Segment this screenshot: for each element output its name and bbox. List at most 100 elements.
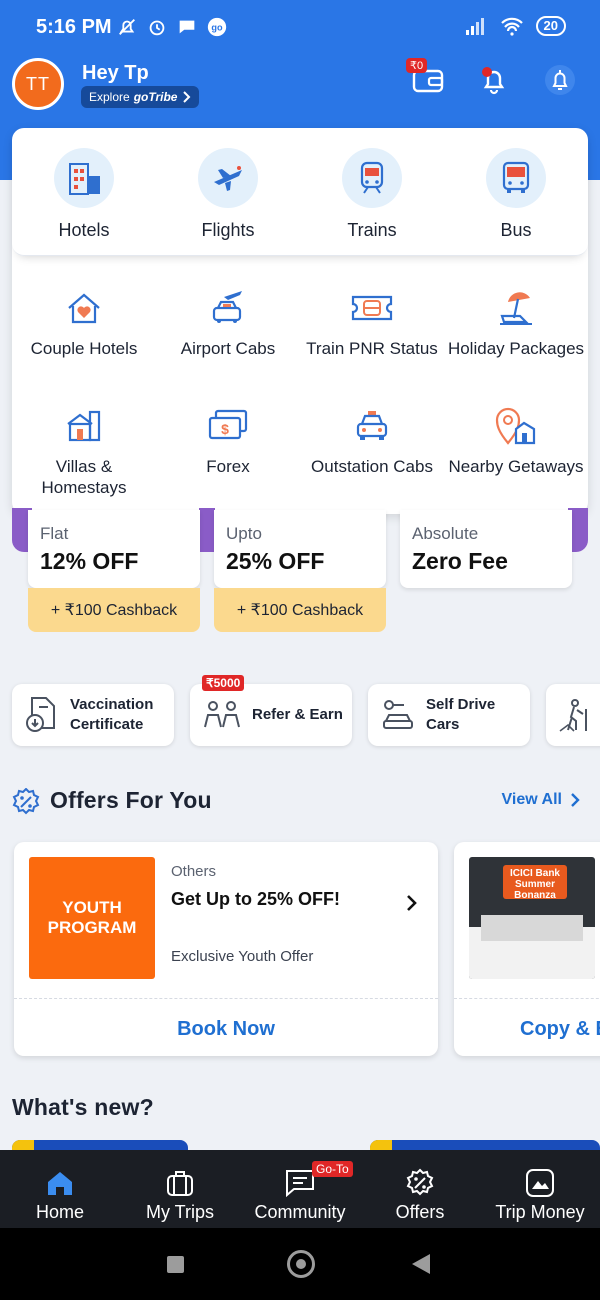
train-pnr-status-tile[interactable]: Train PNR Status	[300, 286, 444, 359]
wallet-button[interactable]: ₹0	[406, 58, 448, 100]
beach-umbrella-icon	[500, 292, 532, 325]
system-navigation-bar	[0, 1228, 600, 1300]
svg-text:go: go	[211, 23, 223, 33]
view-all-link[interactable]: View All	[502, 791, 580, 809]
refer-reward-badge: ₹5000	[202, 675, 245, 691]
mute-bell-icon	[119, 19, 135, 35]
greeting-text: Hey Tp	[82, 62, 149, 84]
forex-money-icon: $	[208, 409, 248, 440]
primary-services-row: Hotels Flights Trains Bus	[12, 128, 588, 256]
home-system-button[interactable]	[287, 1250, 315, 1278]
alarm-icon	[149, 20, 165, 36]
self-drive-cars-chip[interactable]: Self Drive Cars	[368, 684, 530, 746]
offer-category: Others	[171, 863, 217, 880]
battery-indicator: 20	[535, 16, 566, 36]
hiking-chip[interactable]	[546, 684, 600, 746]
nav-my-trips[interactable]: My Trips	[120, 1150, 240, 1228]
vaccination-certificate-label: Vaccination Certificate	[70, 696, 154, 733]
avatar[interactable]: TT	[12, 58, 64, 110]
bus-tile[interactable]: Bus	[444, 148, 588, 241]
trains-tile[interactable]: Trains	[300, 148, 444, 241]
deal-card[interactable]: Flat 12% OFF	[28, 510, 200, 588]
offers-header: Offers For You View All	[12, 786, 582, 816]
trains-label: Trains	[347, 220, 397, 240]
notifications-button[interactable]	[474, 60, 514, 100]
go-app-icon: go	[207, 17, 227, 37]
deal-card[interactable]: Absolute Zero Fee	[400, 510, 572, 588]
couple-hotels-tile[interactable]: Couple Hotels	[12, 286, 156, 359]
home-icon	[48, 1172, 72, 1195]
people-icon	[204, 701, 240, 728]
train-pnr-status-label: Train PNR Status	[306, 339, 438, 358]
quick-actions-row: Vaccination Certificate ₹5000 Refer & Ea…	[12, 675, 600, 746]
holiday-packages-tile[interactable]: Holiday Packages	[444, 286, 588, 359]
document-download-icon	[26, 697, 55, 732]
refer-earn-chip[interactable]: ₹5000 Refer & Earn	[190, 675, 352, 746]
youth-program-image: YOUTH PROGRAM	[29, 857, 155, 979]
nav-home[interactable]: Home	[0, 1150, 120, 1228]
chevron-right-icon	[183, 91, 191, 103]
offer-subtitle: Exclusive Youth Offer	[171, 948, 314, 965]
hotels-tile[interactable]: Hotels	[12, 148, 156, 241]
outstation-cab-icon	[356, 411, 388, 440]
copy-code-button[interactable]: Copy & E	[520, 1018, 600, 1041]
nearby-getaways-label: Nearby Getaways	[448, 457, 584, 476]
nav-offers[interactable]: Offers	[360, 1150, 480, 1228]
villas-homestays-tile[interactable]: Villas & Homestays	[12, 404, 156, 498]
bus-icon	[502, 161, 530, 193]
pnr-ticket-icon	[351, 295, 393, 321]
refer-earn-label: Refer & Earn	[252, 706, 343, 723]
svg-text:$: $	[221, 421, 229, 437]
wallet-balance-badge: ₹0	[406, 58, 428, 73]
services-card: Hotels Flights Trains Bus Couple Hotels	[12, 128, 588, 514]
couple-hotels-icon	[68, 293, 100, 324]
suitcase-icon	[167, 1171, 193, 1196]
offer-card[interactable]: YOUTH PROGRAM Others Get Up to 25% OFF! …	[14, 842, 438, 1056]
explore-gotribe-button[interactable]: Explore goTribe	[81, 86, 200, 108]
nav-trip-money[interactable]: Trip Money	[480, 1150, 600, 1228]
deal-value: Zero Fee	[412, 548, 508, 574]
chevron-right-icon	[407, 895, 417, 911]
airport-cabs-tile[interactable]: Airport Cabs	[156, 286, 300, 359]
vaccination-certificate-chip[interactable]: Vaccination Certificate	[12, 684, 174, 746]
flights-tile[interactable]: Flights	[156, 148, 300, 241]
alert-bell-icon	[545, 65, 575, 95]
chat-bubble-icon	[179, 20, 195, 34]
status-bar: 5:16 PM go 20	[0, 0, 600, 56]
hotel-icon	[69, 163, 100, 195]
offer-percent-icon	[406, 1168, 434, 1196]
explore-prefix: Explore	[89, 90, 130, 104]
back-button[interactable]	[412, 1254, 430, 1274]
offer-badge-icon	[12, 788, 40, 815]
icici-bonanza-image: ICICI Bank Summer Bonanza	[469, 857, 595, 979]
train-icon	[360, 161, 384, 194]
recents-button[interactable]	[167, 1256, 184, 1273]
deal-prefix: Upto	[226, 524, 262, 543]
book-now-button[interactable]: Book Now	[14, 1018, 438, 1041]
deal-value: 12% OFF	[40, 548, 139, 574]
location-pin-icon	[495, 407, 536, 445]
offer-title: Get Up to 25% OFF!	[171, 889, 341, 909]
hotels-label: Hotels	[58, 220, 110, 240]
deal-value: 25% OFF	[226, 548, 325, 574]
holiday-packages-label: Holiday Packages	[447, 339, 585, 358]
wifi-icon	[500, 17, 523, 36]
whats-new-title: What's new?	[12, 1094, 154, 1120]
outstation-cabs-label: Outstation Cabs	[311, 457, 433, 476]
deal-prefix: Absolute	[412, 524, 479, 543]
alerts-button[interactable]	[540, 60, 580, 100]
nav-community-label: Community	[254, 1202, 346, 1222]
nearby-getaways-tile[interactable]: Nearby Getaways	[444, 404, 588, 477]
deal-card[interactable]: Upto 25% OFF	[214, 510, 386, 588]
outstation-cabs-tile[interactable]: Outstation Cabs	[300, 404, 444, 477]
deal-banner-edge	[199, 508, 215, 552]
offer-card[interactable]: ICICI Bank Summer Bonanza Copy & E	[454, 842, 600, 1056]
car-key-icon	[383, 700, 413, 729]
self-drive-cars-label: Self Drive Cars	[426, 696, 496, 733]
notification-dot	[482, 67, 492, 77]
signal-icon	[465, 18, 484, 35]
bus-label: Bus	[500, 220, 532, 240]
cashback-strip: + ₹100 Cashback	[28, 588, 200, 632]
airport-cabs-label: Airport Cabs	[180, 339, 276, 358]
forex-tile[interactable]: $ Forex	[156, 404, 300, 477]
